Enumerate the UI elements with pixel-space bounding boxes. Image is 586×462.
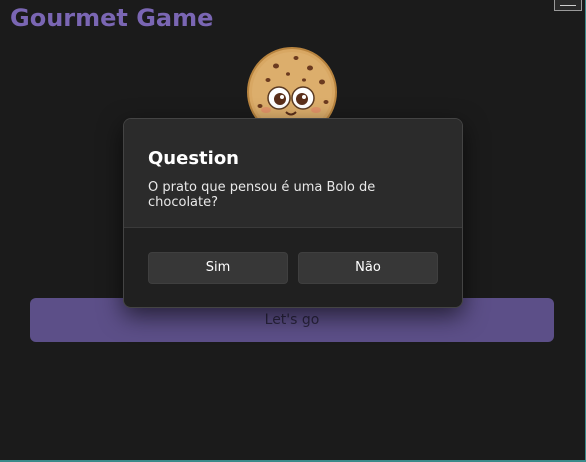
app-window: Gourmet Game Let's go Question O prato q… <box>0 0 586 462</box>
dialog-message: O prato que pensou é uma Bolo de chocola… <box>148 180 376 210</box>
no-button[interactable]: Não <box>298 251 438 284</box>
dialog-body: Question O prato que pensou é uma Bolo d… <box>124 119 462 227</box>
yes-button[interactable]: Sim <box>148 251 288 284</box>
hamburger-icon <box>560 4 576 6</box>
dialog-footer: Sim Não <box>124 227 462 307</box>
app-title: Gourmet Game <box>10 4 214 32</box>
menu-button[interactable] <box>554 0 582 11</box>
dialog-title: Question <box>148 148 239 169</box>
question-dialog: Question O prato que pensou é uma Bolo d… <box>123 118 463 308</box>
